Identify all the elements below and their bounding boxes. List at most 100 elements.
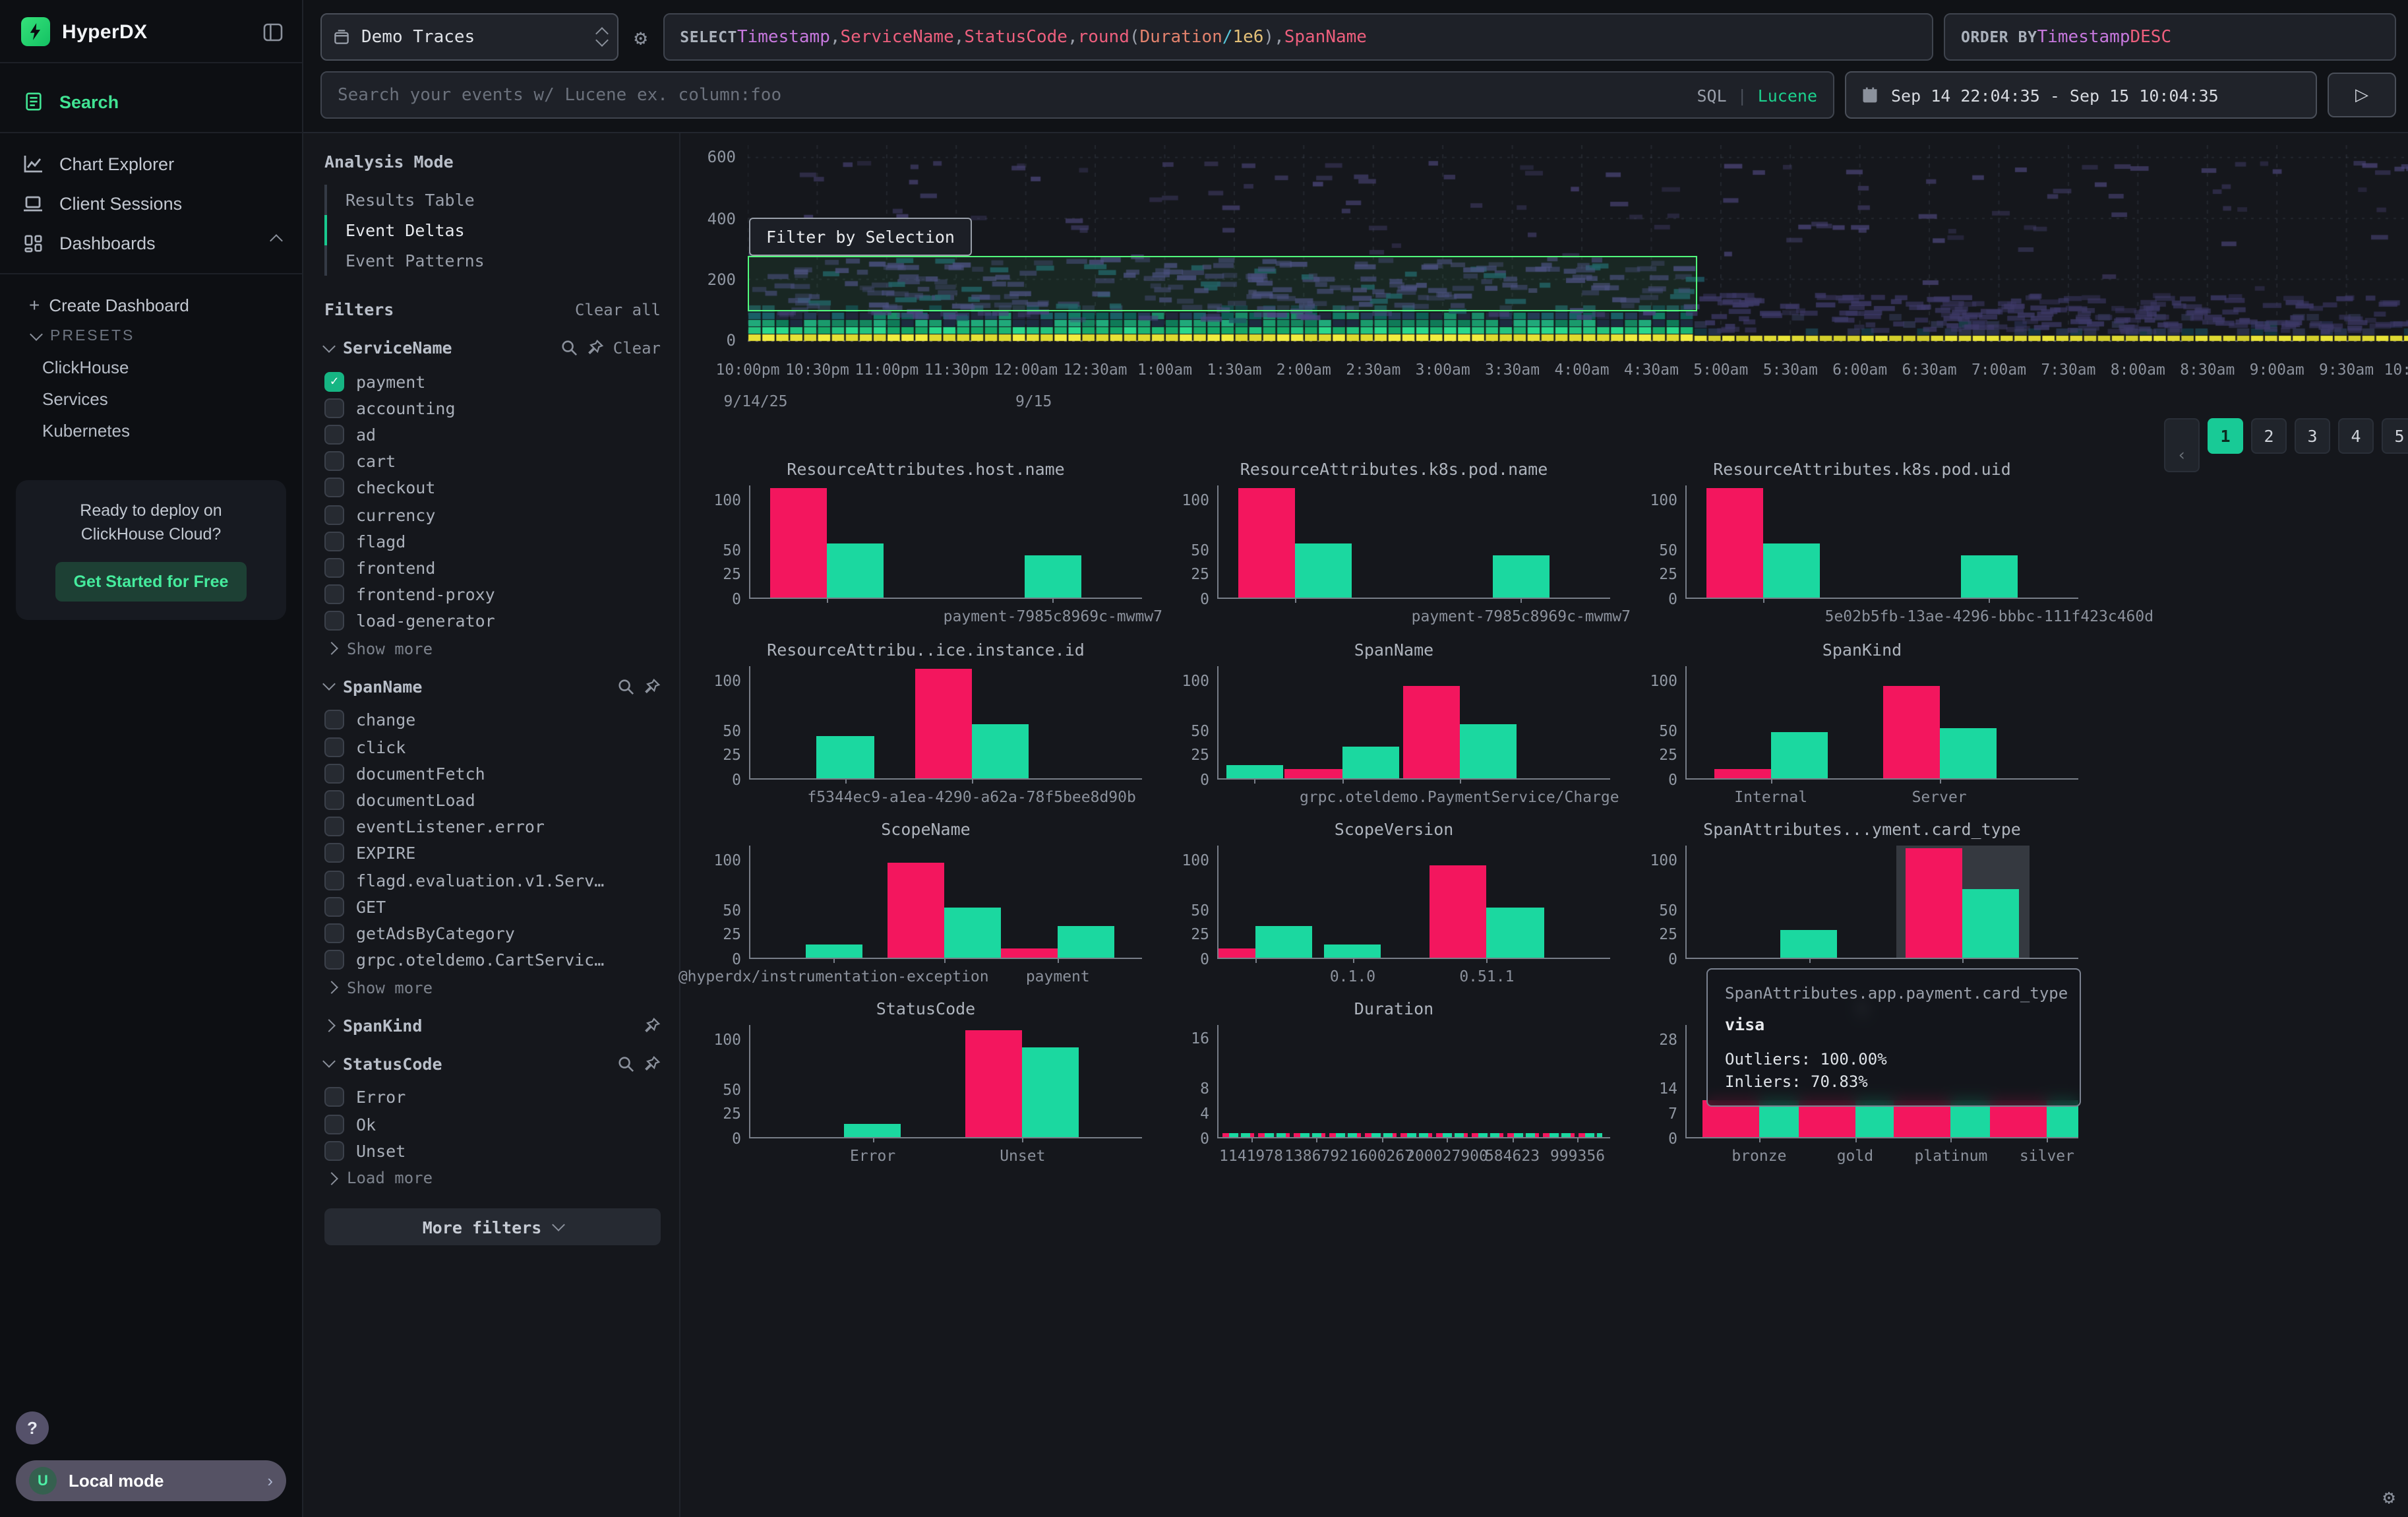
page-button-4[interactable]: 4 xyxy=(2338,418,2374,454)
chart-bar-inlier[interactable] xyxy=(805,944,862,958)
filter-option-cart[interactable]: cart xyxy=(324,448,661,474)
chart-bar-outlier[interactable] xyxy=(770,488,827,598)
search-icon[interactable] xyxy=(617,678,634,695)
checkbox[interactable] xyxy=(324,478,344,498)
checkbox[interactable] xyxy=(324,1088,344,1107)
checkbox[interactable] xyxy=(324,611,344,631)
checkbox[interactable] xyxy=(324,505,344,524)
chart-bar-inlier[interactable] xyxy=(1295,544,1352,598)
sidebar-item-client-sessions[interactable]: Client Sessions xyxy=(0,183,302,223)
filter-option-getadsbycategory[interactable]: getAdsByCategory xyxy=(324,920,661,946)
chevron-down-icon[interactable] xyxy=(322,339,336,352)
get-started-button[interactable]: Get Started for Free xyxy=(55,563,247,602)
chevron-down-icon[interactable] xyxy=(322,678,336,691)
filter-option-documentfetch[interactable]: documentFetch xyxy=(324,760,661,787)
source-settings-gear-icon[interactable]: ⚙ xyxy=(629,24,652,49)
filter-option-ad[interactable]: ad xyxy=(324,421,661,448)
sql-mode-button[interactable]: SQL xyxy=(1697,85,1726,105)
filter-option-click[interactable]: click xyxy=(324,733,661,760)
chart-bar-inlier[interactable] xyxy=(827,544,884,598)
more-filters-button[interactable]: More filters xyxy=(324,1209,661,1246)
checkbox[interactable] xyxy=(324,817,344,836)
checkbox[interactable]: ✓ xyxy=(324,371,344,391)
chart-bar-inlier[interactable] xyxy=(817,736,874,778)
checkbox[interactable] xyxy=(324,870,344,890)
filter-option-flagd-evaluation-v1-serv-[interactable]: flagd.evaluation.v1.Serv… xyxy=(324,867,661,893)
chart-bar-inlier[interactable] xyxy=(1771,731,1828,778)
chart-bar-inlier[interactable] xyxy=(944,907,1001,958)
checkbox[interactable] xyxy=(324,764,344,784)
show-more-button[interactable]: Show more xyxy=(324,635,661,658)
sidebar-collapse-icon[interactable] xyxy=(262,22,284,42)
chart-bar-inlier[interactable] xyxy=(1459,725,1516,778)
chart-bar-inlier[interactable] xyxy=(1781,931,1838,958)
pin-icon[interactable] xyxy=(644,1017,661,1034)
chart-plot[interactable]: @hyperdx/instrumentation-exceptionpaymen… xyxy=(749,846,1142,959)
chart-bar-inlier[interactable] xyxy=(1961,555,2018,598)
sidebar-item-kubernetes[interactable]: Kubernetes xyxy=(0,414,302,446)
checkbox[interactable] xyxy=(324,584,344,604)
checkbox[interactable] xyxy=(324,844,344,863)
sql-select-input[interactable]: SELECT Timestamp, ServiceName, StatusCod… xyxy=(663,13,1933,61)
chart-bar-inlier[interactable] xyxy=(1342,747,1399,778)
filter-group-name[interactable]: ServiceName xyxy=(343,338,551,357)
chart-bar-inlier[interactable] xyxy=(1963,888,2020,958)
filter-option-expire[interactable]: EXPIRE xyxy=(324,840,661,867)
filter-option-ok[interactable]: Ok xyxy=(324,1111,661,1137)
chart-bar-outlier[interactable] xyxy=(1906,848,1963,958)
checkbox[interactable] xyxy=(324,1140,344,1160)
checkbox[interactable] xyxy=(324,790,344,810)
chart-bar-outlier[interactable] xyxy=(1882,686,1939,778)
chart-bar-inlier[interactable] xyxy=(1324,944,1381,958)
events-heatmap[interactable] xyxy=(748,145,2408,343)
settings-gear-icon[interactable]: ⚙ xyxy=(2383,1485,2395,1509)
chart-bar-inlier[interactable] xyxy=(1487,907,1544,958)
pin-icon[interactable] xyxy=(587,339,604,356)
source-select[interactable]: Demo Traces xyxy=(320,13,618,61)
chart-bar-inlier[interactable] xyxy=(1939,728,1996,778)
pin-icon[interactable] xyxy=(644,678,661,695)
sidebar-item-clickhouse[interactable]: ClickHouse xyxy=(0,351,302,383)
chart-plot[interactable]: grpc.oteldemo.PaymentService/Charge xyxy=(1217,666,1610,780)
chart-plot[interactable]: ErrorUnset xyxy=(749,1025,1142,1138)
chevron-right-icon[interactable] xyxy=(322,1019,336,1032)
chevron-down-icon[interactable] xyxy=(322,1055,336,1068)
presets-toggle[interactable]: PRESETS xyxy=(0,322,302,351)
pin-icon[interactable] xyxy=(644,1055,661,1072)
chart-bar-outlier[interactable] xyxy=(1285,768,1342,778)
filter-option-documentload[interactable]: documentLoad xyxy=(324,787,661,813)
page-button-3[interactable]: 3 xyxy=(2295,418,2330,454)
analysis-mode-option-results-table[interactable]: Results Table xyxy=(324,185,661,215)
search-icon[interactable] xyxy=(617,1055,634,1072)
page-button-5[interactable]: 5 xyxy=(2382,418,2408,454)
chart-bar-outlier[interactable] xyxy=(1219,948,1255,958)
help-button[interactable]: ? xyxy=(16,1411,49,1444)
chart-plot[interactable]: 1141978138679216002672000279005846239993… xyxy=(1217,1025,1610,1138)
chart-bar-outlier[interactable] xyxy=(1714,768,1771,778)
page-button-1[interactable]: 1 xyxy=(2208,418,2243,454)
checkbox[interactable] xyxy=(324,451,344,471)
filter-option-change[interactable]: change xyxy=(324,707,661,733)
filter-option-eventlistener-error[interactable]: eventListener.error xyxy=(324,813,661,840)
chart-plot[interactable]: f5344ec9-a1ea-4290-a62a-78f5bee8d90b xyxy=(749,666,1142,780)
filter-by-selection-button[interactable]: Filter by Selection xyxy=(749,218,972,256)
search-input[interactable]: Search your events w/ Lucene ex. column:… xyxy=(320,71,1834,119)
filter-group-name[interactable]: StatusCode xyxy=(343,1054,608,1074)
filter-option-flagd[interactable]: flagd xyxy=(324,528,661,554)
order-by-input[interactable]: ORDER BY Timestamp DESC xyxy=(1944,13,2396,61)
sidebar-item-search[interactable]: Search xyxy=(0,82,302,121)
chart-plot[interactable] xyxy=(1685,846,2078,959)
search-icon[interactable] xyxy=(560,339,578,356)
chart-bar-outlier[interactable] xyxy=(966,1030,1023,1137)
chart-bar-outlier[interactable] xyxy=(1402,686,1459,778)
checkbox[interactable] xyxy=(324,950,344,970)
chart-bar-inlier[interactable] xyxy=(1493,555,1550,598)
filter-option-payment[interactable]: ✓payment xyxy=(324,368,661,394)
show-more-button[interactable]: Show more xyxy=(324,974,661,997)
filter-group-name[interactable]: SpanName xyxy=(343,677,608,697)
run-query-button[interactable]: ▷ xyxy=(2328,73,2396,117)
chart-bar-inlier[interactable] xyxy=(1025,555,1081,598)
checkbox[interactable] xyxy=(324,1114,344,1134)
sidebar-item-services[interactable]: Services xyxy=(0,383,302,414)
chart-bar-outlier[interactable] xyxy=(1238,488,1295,598)
